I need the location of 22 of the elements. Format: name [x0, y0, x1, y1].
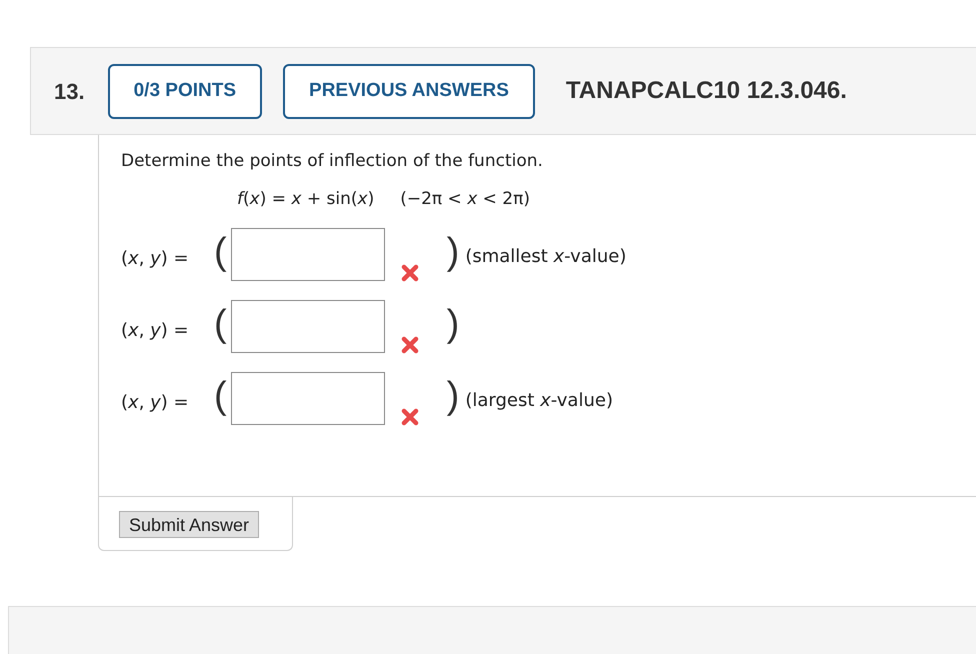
domain-interval: (−2π < x < 2π) [400, 188, 530, 211]
open-parenthesis: ( [214, 302, 227, 347]
point-label: (x, y) = [121, 247, 190, 271]
answer-note: (smallest x-value) [465, 245, 626, 269]
question-code: TANAPCALC10 12.3.046. [566, 76, 847, 106]
question-prompt: Determine the points of inflection of the function. [121, 150, 544, 173]
open-parenthesis: ( [214, 230, 227, 275]
previous-answers-button[interactable]: PREVIOUS ANSWERS [283, 64, 535, 118]
function-formula: f(x) = x + sin(x) [237, 188, 374, 211]
open-parenthesis: ( [214, 374, 227, 419]
answer-input[interactable] [230, 300, 385, 353]
answer-note: (largest x-value) [465, 389, 613, 413]
close-parenthesis: ) [446, 374, 460, 419]
close-parenthesis: ) [446, 230, 460, 275]
point-label: (x, y) = [121, 391, 190, 415]
answer-input[interactable] [230, 228, 385, 281]
point-label: (x, y) = [121, 319, 190, 343]
points-button[interactable]: 0/3 POINTS [108, 64, 262, 118]
answer-input[interactable] [230, 372, 385, 425]
close-parenthesis: ) [446, 302, 460, 347]
submit-answer-button[interactable]: Submit Answer [119, 511, 260, 538]
question-number: 13. [54, 78, 85, 106]
